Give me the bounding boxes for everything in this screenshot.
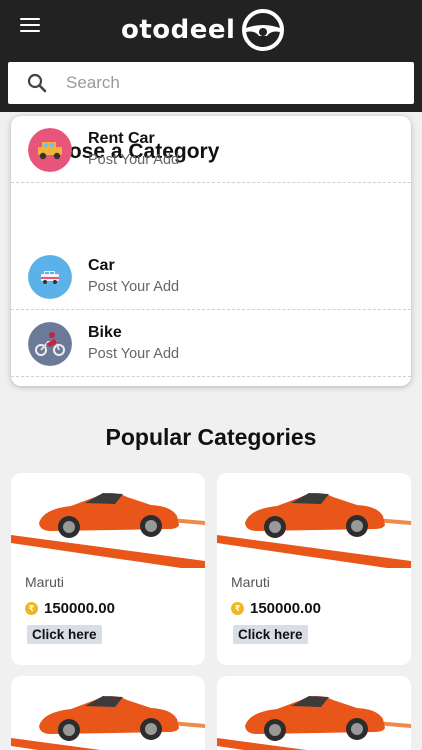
- category-item-car[interactable]: Car Post Your Add: [11, 243, 411, 310]
- category-subtitle: Post Your Add: [88, 152, 180, 168]
- brand-logo[interactable]: otodeel: [121, 9, 285, 51]
- search-input[interactable]: [66, 73, 386, 93]
- category-subtitle: Post Your Add: [88, 346, 180, 362]
- search-icon: [27, 73, 47, 93]
- motorbike-icon: [28, 322, 72, 366]
- brand-name: otodeel: [121, 15, 236, 45]
- car-avatar: [28, 255, 72, 299]
- category-subtitle: Post Your Add: [88, 279, 180, 295]
- bike-avatar: [28, 322, 72, 366]
- rupee-coin-icon: ₹: [231, 602, 244, 615]
- category-item-bike[interactable]: Bike Post Your Add: [11, 310, 411, 377]
- top-app-bar: otodeel: [0, 0, 422, 112]
- category-name: Rent Car: [88, 130, 155, 147]
- car-image: [217, 676, 411, 750]
- rupee-coin-icon: ₹: [25, 602, 38, 615]
- product-price: ₹ 150000.00: [25, 600, 115, 617]
- car-image: [217, 473, 411, 568]
- product-price: ₹ 150000.00: [231, 600, 321, 617]
- car-image: [11, 473, 205, 568]
- category-name: Bike: [88, 324, 122, 341]
- product-card[interactable]: [11, 676, 205, 750]
- product-card[interactable]: Maruti ₹ 150000.00 Click here: [11, 473, 205, 665]
- category-card: Choose a Category Car Post Your Add Bike…: [11, 116, 411, 386]
- click-here-button[interactable]: Click here: [27, 625, 102, 644]
- product-name: Maruti: [25, 574, 64, 590]
- product-card[interactable]: Maruti ₹ 150000.00 Click here: [217, 473, 411, 665]
- car-icon: [28, 255, 72, 299]
- click-here-button[interactable]: Click here: [233, 625, 308, 644]
- steering-wheel-icon: [242, 9, 285, 51]
- popular-categories-title: Popular Categories: [105, 424, 317, 450]
- price-value: 150000.00: [250, 600, 321, 617]
- category-name: Car: [88, 257, 115, 274]
- jeep-icon: [28, 128, 72, 172]
- rent-car-avatar: [28, 128, 72, 172]
- category-item-rent-car[interactable]: Rent Car Post Your Add: [11, 116, 411, 183]
- hamburger-menu-icon[interactable]: [20, 18, 42, 36]
- car-image: [11, 676, 205, 750]
- price-value: 150000.00: [44, 600, 115, 617]
- product-name: Maruti: [231, 574, 270, 590]
- product-card[interactable]: [217, 676, 411, 750]
- search-bar[interactable]: [8, 62, 414, 104]
